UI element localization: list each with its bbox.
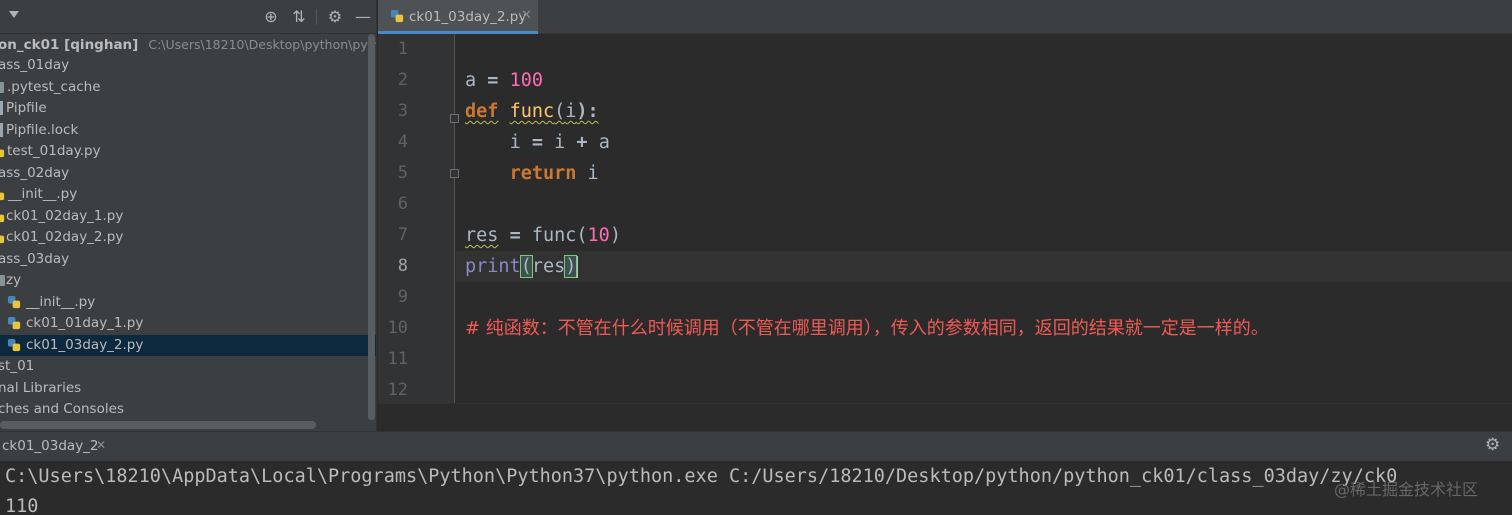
- tree-item-file[interactable]: ck01_02day_1.py: [0, 206, 376, 227]
- editor-horizontal-scroll-area[interactable]: [378, 403, 1512, 431]
- tree-item-label: ass_03day: [0, 251, 70, 267]
- tree-item-scratches[interactable]: ches and Consoles: [0, 399, 376, 420]
- tree-item-label: ck01_01day_1.py: [26, 315, 144, 331]
- tree-item-label: ck01_02day_2.py: [6, 229, 124, 245]
- tree-item-file[interactable]: ck01_02day_2.py: [0, 227, 376, 248]
- tree-item-file[interactable]: Pipfile.lock: [0, 120, 376, 141]
- tree-item-file[interactable]: __init__.py: [0, 292, 376, 313]
- gear-icon[interactable]: ⚙: [1485, 435, 1500, 455]
- tree-item-file[interactable]: __init__.py: [0, 184, 376, 205]
- python-file-icon: [7, 338, 21, 352]
- python-file-icon: [7, 295, 21, 309]
- current-line-highlight: [456, 251, 1512, 282]
- tree-item-label: test_01day.py: [7, 143, 101, 159]
- close-icon[interactable]: ✕: [521, 8, 532, 23]
- tree-item-label: ass_01day: [0, 57, 70, 73]
- tree-item-label: on_ck01 [qinghan]: [0, 37, 139, 53]
- line-number: 9: [397, 287, 408, 307]
- tree-item-path: C:\Users\18210\Desktop\python\python: [148, 37, 377, 52]
- run-tab-bar: ck01_03day_2 ✕ ⚙: [0, 432, 1512, 461]
- locate-file-icon[interactable]: ⊕: [261, 7, 281, 27]
- tree-item-external-libraries[interactable]: nal Libraries: [0, 378, 376, 399]
- line-number: 1: [397, 39, 408, 59]
- project-toolbar: ⊕ ⇅ ⚙ —: [0, 0, 376, 34]
- code-line-4: i = i + a: [509, 132, 610, 153]
- hide-panel-icon[interactable]: —: [353, 7, 373, 27]
- tree-item-label: ass_02day: [0, 165, 70, 181]
- tree-item-label: .pytest_cache: [7, 79, 101, 95]
- tree-item-label: __init__.py: [26, 294, 96, 310]
- tree-item-label: Pipfile: [6, 100, 47, 116]
- console-output-line: 110: [5, 496, 39, 515]
- tree-item-folder[interactable]: ass_03day: [0, 249, 376, 270]
- toolbar-divider: [316, 9, 317, 25]
- tree-item-folder[interactable]: zy: [0, 270, 376, 291]
- code-line-8: print(res): [465, 255, 579, 278]
- matched-brace: (: [519, 255, 533, 278]
- project-vertical-scrollbar[interactable]: [368, 34, 375, 420]
- close-icon[interactable]: ✕: [96, 438, 106, 452]
- watermark-text: @稀土掘金技术社区: [1334, 480, 1479, 499]
- code-text-area[interactable]: a = 100 def func(i): i = i + a return i …: [456, 34, 1512, 403]
- python-file-icon: [390, 9, 404, 23]
- tree-item-file[interactable]: ck01_01day_1.py: [0, 313, 376, 334]
- tree-item-file-selected[interactable]: ck01_03day_2.py: [0, 335, 376, 356]
- gear-icon[interactable]: ⚙: [325, 7, 345, 27]
- tree-item-folder[interactable]: ass_01day: [0, 55, 376, 76]
- tree-item-project-root[interactable]: on_ck01 [qinghan] C:\Users\18210\Desktop\…: [0, 34, 377, 55]
- line-number: 6: [397, 194, 408, 214]
- folder-icon: [0, 82, 4, 93]
- code-line-10-comment: # 纯函数：不管在什么时候调用（不管在哪里调用），传入的参数相同，返回的结果就一…: [465, 318, 1269, 339]
- line-number: 4: [397, 132, 408, 152]
- line-number: 3: [397, 101, 408, 121]
- tree-item-label: ck01_03day_2.py: [26, 337, 144, 353]
- line-number: 2: [397, 70, 408, 90]
- tree-item-label: __init__.py: [8, 186, 78, 202]
- run-tab-label: ck01_03day_2: [2, 438, 99, 454]
- tree-item-label: ches and Consoles: [0, 401, 124, 417]
- line-number: 7: [397, 225, 408, 245]
- python-file-icon: [7, 316, 21, 330]
- code-editor: ck01_03day_2.py ✕ 1 2 3 4 5 6 7 8 9 10 1…: [378, 0, 1512, 431]
- editor-tab-label: ck01_03day_2.py: [409, 9, 527, 25]
- tree-item-file[interactable]: test_01day.py: [0, 141, 376, 162]
- code-line-2: a = 100: [465, 70, 543, 91]
- tree-item-label: zy: [6, 272, 22, 288]
- console-command-line: C:\Users\18210\AppData\Local\Programs\Py…: [5, 466, 1398, 487]
- tree-item-label: Pipfile.lock: [6, 122, 79, 138]
- tree-item-folder[interactable]: st_01: [0, 356, 376, 377]
- line-number: 5: [397, 163, 408, 183]
- editor-tab-bar: ck01_03day_2.py ✕: [378, 0, 1512, 34]
- line-number: 11: [387, 349, 408, 369]
- tree-item-folder[interactable]: .pytest_cache: [0, 77, 376, 98]
- python-file-icon: [0, 149, 5, 158]
- file-icon: [0, 123, 3, 137]
- matched-brace: ): [564, 255, 578, 278]
- project-view-dropdown-icon[interactable]: [9, 11, 19, 18]
- run-tool-window: ck01_03day_2 ✕ ⚙ C:\Users\18210\AppData\…: [0, 431, 1512, 515]
- file-icon: [0, 101, 3, 115]
- tree-item-label: nal Libraries: [0, 380, 82, 396]
- tree-item-label: st_01: [0, 358, 35, 374]
- code-line-7: res = func(10): [465, 225, 621, 246]
- project-panel: ⊕ ⇅ ⚙ — on_ck01 [qinghan] C:\Users\18210\…: [0, 0, 377, 431]
- tree-item-label: ck01_02day_1.py: [6, 208, 124, 224]
- text-caret: [576, 256, 579, 278]
- collapse-all-icon[interactable]: ⇅: [289, 7, 309, 27]
- line-number-current: 8: [397, 256, 408, 276]
- tree-item-file[interactable]: Pipfile: [0, 98, 376, 119]
- tree-item-folder[interactable]: ass_02day: [0, 163, 376, 184]
- project-horizontal-scrollbar[interactable]: [0, 421, 316, 429]
- run-tab-active[interactable]: ck01_03day_2 ✕: [0, 432, 113, 461]
- line-number: 12: [387, 380, 408, 400]
- code-line-5: return i: [509, 163, 599, 184]
- line-number: 10: [387, 318, 408, 338]
- line-number-gutter: 1 2 3 4 5 6 7 8 9 10 11 12: [378, 34, 459, 403]
- folder-icon: [0, 275, 5, 286]
- python-file-icon: [0, 192, 5, 201]
- editor-tab-active[interactable]: ck01_03day_2.py ✕: [378, 0, 538, 34]
- code-line-3: def func(i):: [465, 101, 599, 122]
